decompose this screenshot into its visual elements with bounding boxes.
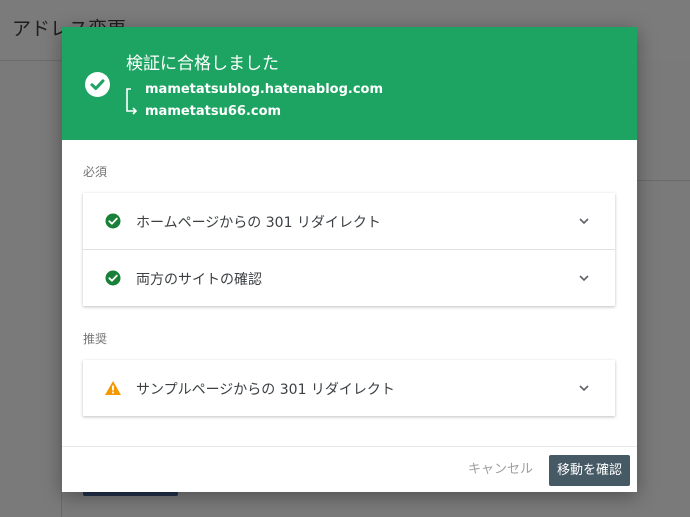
check-label: 両方のサイトの確認 xyxy=(136,272,262,288)
required-section-label: 必須 xyxy=(83,165,108,179)
chevron-down-icon[interactable] xyxy=(577,214,591,228)
check-circle-icon xyxy=(105,213,121,229)
recommended-checks-card: サンプルページからの 301 リダイレクト xyxy=(83,360,615,416)
dialog-title: 検証に合格しました xyxy=(126,54,279,74)
check-label: サンプルページからの 301 リダイレクト xyxy=(136,382,395,398)
cancel-button[interactable]: キャンセル xyxy=(460,455,541,485)
check-row-sample-page-redirect[interactable]: サンプルページからの 301 リダイレクト xyxy=(83,360,615,416)
success-check-icon xyxy=(85,72,110,97)
confirm-move-button[interactable]: 移動を確認 xyxy=(549,455,630,486)
change-of-address-dialog: 検証に合格しました mametatsublog.hatenablog.com m… xyxy=(62,27,637,492)
background-divider xyxy=(61,492,62,517)
check-row-site-verification[interactable]: 両方のサイトの確認 xyxy=(83,250,615,306)
dialog-header: 検証に合格しました mametatsublog.hatenablog.com m… xyxy=(62,27,637,140)
check-row-homepage-redirect[interactable]: ホームページからの 301 リダイレクト xyxy=(83,193,615,250)
redirect-arrow-icon xyxy=(126,88,138,115)
footer-divider xyxy=(62,446,637,447)
chevron-down-icon[interactable] xyxy=(577,381,591,395)
check-label: ホームページからの 301 リダイレクト xyxy=(136,215,381,231)
chevron-down-icon[interactable] xyxy=(577,271,591,285)
check-circle-icon xyxy=(105,270,121,286)
new-domain: mametatsu66.com xyxy=(145,104,282,119)
old-domain: mametatsublog.hatenablog.com xyxy=(145,82,384,97)
recommended-section-label: 推奨 xyxy=(83,332,108,346)
required-checks-card: ホームページからの 301 リダイレクト 両方のサイトの確認 xyxy=(83,193,615,306)
background-panel xyxy=(637,60,690,181)
warning-icon xyxy=(105,381,121,395)
